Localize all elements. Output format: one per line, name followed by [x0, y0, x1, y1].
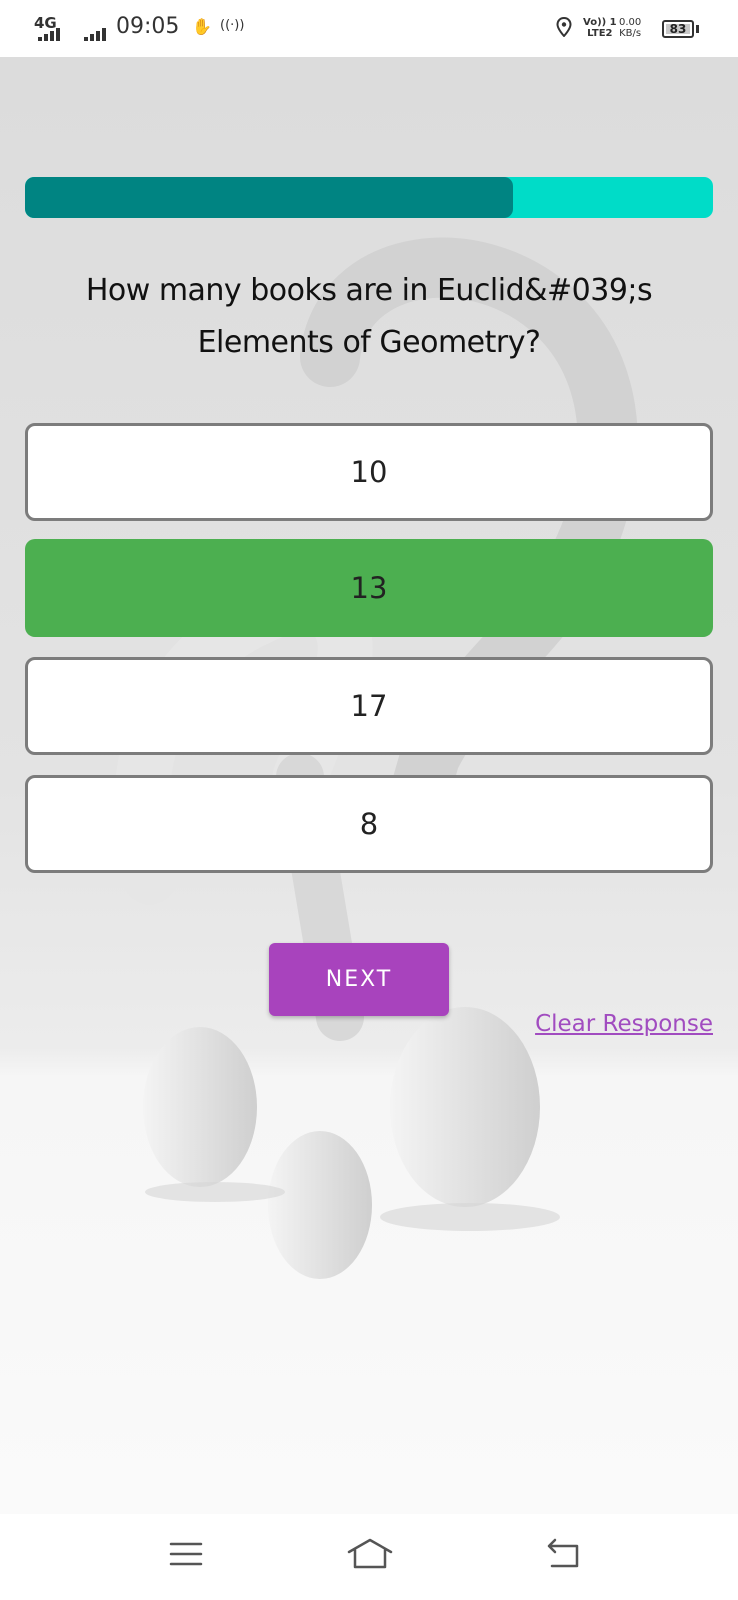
- signal-icon: [38, 27, 60, 41]
- hotspot-icon: ((·)): [220, 18, 245, 33]
- navigation-bar: [0, 1514, 738, 1600]
- answer-option-label: 13: [350, 571, 388, 605]
- signal-icon: [84, 27, 106, 41]
- quiz-progress-fill: [25, 177, 514, 218]
- volte-indicator: Vo)) 1 LTE2: [583, 17, 617, 39]
- answer-option-label: 10: [350, 455, 388, 489]
- status-bar: 4G 09:05 ✋ ((·)) Vo)) 1 LTE2 0.00 KB/s 8…: [0, 0, 738, 57]
- clear-response-link[interactable]: Clear Response: [535, 1011, 713, 1037]
- quiz-screen: How many books are in Euclid&#039;s Elem…: [0, 57, 738, 1514]
- hand-icon: ✋: [192, 17, 212, 36]
- answer-option-selected[interactable]: 13: [25, 539, 713, 637]
- battery-icon: 83: [662, 20, 694, 38]
- network-speed: 0.00 KB/s: [619, 17, 642, 39]
- battery-level: 83: [669, 22, 687, 36]
- answer-option[interactable]: 17: [25, 657, 713, 755]
- answer-option-label: 17: [350, 689, 388, 723]
- answer-option[interactable]: 10: [25, 423, 713, 521]
- answer-option[interactable]: 8: [25, 775, 713, 873]
- home-icon[interactable]: [346, 1536, 394, 1577]
- next-button[interactable]: NEXT: [269, 943, 449, 1016]
- battery-tip: [696, 25, 699, 33]
- answer-option-label: 8: [359, 807, 379, 841]
- clock-time: 09:05: [116, 14, 180, 39]
- menu-icon[interactable]: [168, 1536, 204, 1577]
- back-icon[interactable]: [544, 1536, 582, 1577]
- quiz-progress-bar: [25, 177, 713, 218]
- question-text: How many books are in Euclid&#039;s Elem…: [85, 273, 653, 360]
- location-icon: [556, 16, 572, 41]
